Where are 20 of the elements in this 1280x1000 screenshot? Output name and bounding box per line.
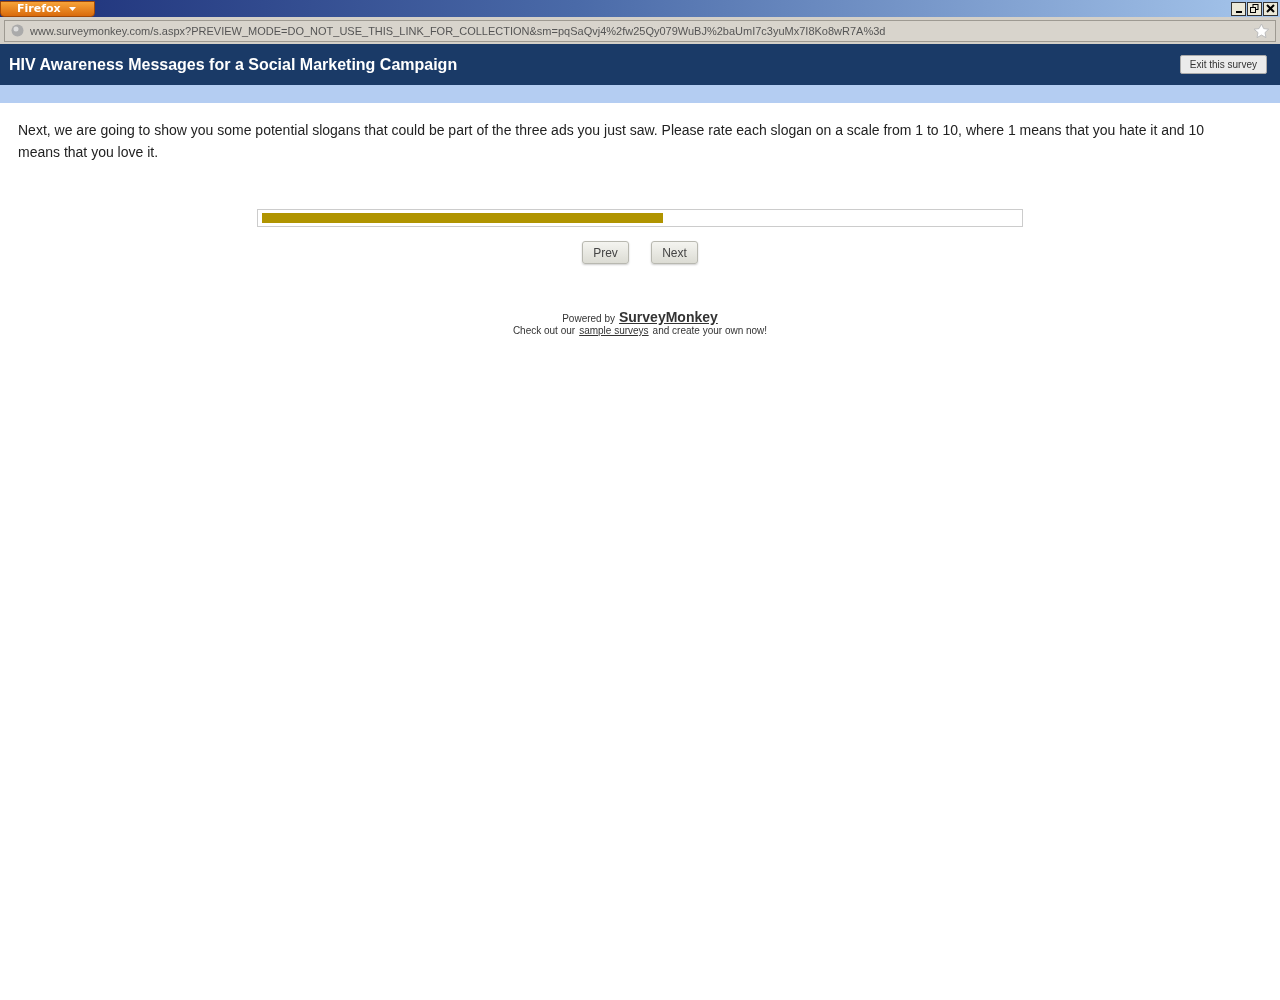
powered-by-text: Powered by — [562, 313, 615, 324]
next-button[interactable]: Next — [651, 241, 698, 264]
intro-text: Next, we are going to show you some potential slogans that could be part of the three ads you just saw. Please rate each slogan on a scale from 1 to 10, where 1 means that you hate it and 10 means that you love it. — [18, 121, 1206, 162]
footer-text: Check out our — [512, 325, 576, 336]
prev-button[interactable]: Prev — [582, 241, 629, 264]
restore-button[interactable] — [1247, 1, 1262, 16]
footer-text: and create your own now! — [652, 325, 768, 336]
survey-title: HIV Awareness Messages for a Social Marketing Campaign — [9, 55, 458, 74]
minimize-icon — [1235, 10, 1242, 13]
address-field[interactable]: www.surveymonkey.com/s.aspx?PREVIEW_MODE=DO_NOT_USE_THIS_LINK_FOR_COLLECTION&sm=pqSaQvj4%2fw25Qy079WuBJ%2baUmI7c3yuMx7I8Ko8wR7A%3d — [4, 19, 1276, 42]
sample-surveys-link[interactable]: sample surveys — [579, 325, 649, 336]
caret-icon — [68, 6, 76, 11]
star-icon[interactable] — [1254, 23, 1269, 38]
restore-icon — [1250, 4, 1259, 13]
close-button[interactable] — [1263, 1, 1278, 16]
brand-link[interactable]: SurveyMonkey — [619, 309, 718, 325]
globe-icon — [11, 24, 24, 37]
minimize-button[interactable] — [1231, 1, 1246, 16]
exit-survey-button[interactable]: Exit this survey — [1179, 55, 1267, 74]
close-icon — [1266, 4, 1275, 13]
